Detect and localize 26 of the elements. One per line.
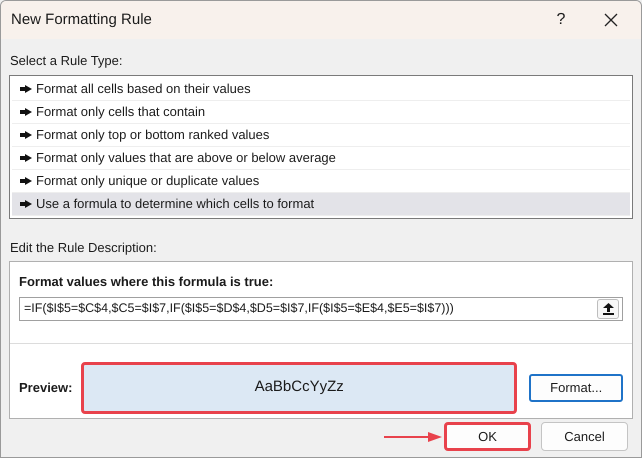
section-label: Edit the Rule Description: bbox=[10, 238, 157, 257]
upload-icon bbox=[602, 302, 614, 314]
formula-field[interactable]: =IF($I$5=$C$4,$C5=$I$7,IF($I$5=$D$4,$D5=$I$7,IF($I$5=$E$4,$E5=$I$7))) bbox=[19, 296, 623, 320]
close-icon bbox=[604, 13, 618, 27]
collapse-button[interactable] bbox=[597, 298, 619, 318]
help-button[interactable]: ? bbox=[541, 5, 581, 35]
arrow-icon bbox=[20, 84, 32, 92]
dialog-button[interactable]: Cancel bbox=[541, 422, 628, 451]
rule-type-item[interactable]: Format only unique or duplicate values bbox=[12, 170, 630, 192]
preview-box: AaBbCcYyZz bbox=[81, 362, 518, 414]
arrow-icon bbox=[20, 154, 32, 162]
rule-type-item[interactable]: Format only values that are above or below average bbox=[12, 146, 630, 170]
rule-type-item[interactable]: Use a formula to determine which cells to format bbox=[12, 192, 630, 216]
dialog-button[interactable]: OK bbox=[444, 422, 531, 451]
formula-heading: Format values where this formula is true: bbox=[19, 273, 274, 291]
arrow-icon bbox=[20, 176, 32, 184]
rule-type-item[interactable]: Format only top or bottom ranked values bbox=[12, 124, 630, 146]
format-button[interactable]: Format... bbox=[529, 374, 623, 402]
section-label: Select a Rule Type: bbox=[10, 52, 122, 70]
rule-type-item[interactable]: Format only cells that contain bbox=[12, 100, 630, 124]
window-title: New Formatting Rule bbox=[11, 10, 153, 30]
arrow-icon bbox=[20, 200, 32, 208]
preview-label: Preview: bbox=[19, 378, 74, 397]
arrow-icon bbox=[20, 108, 32, 116]
arrow-icon bbox=[20, 130, 32, 138]
annotation-arrow bbox=[384, 430, 442, 442]
